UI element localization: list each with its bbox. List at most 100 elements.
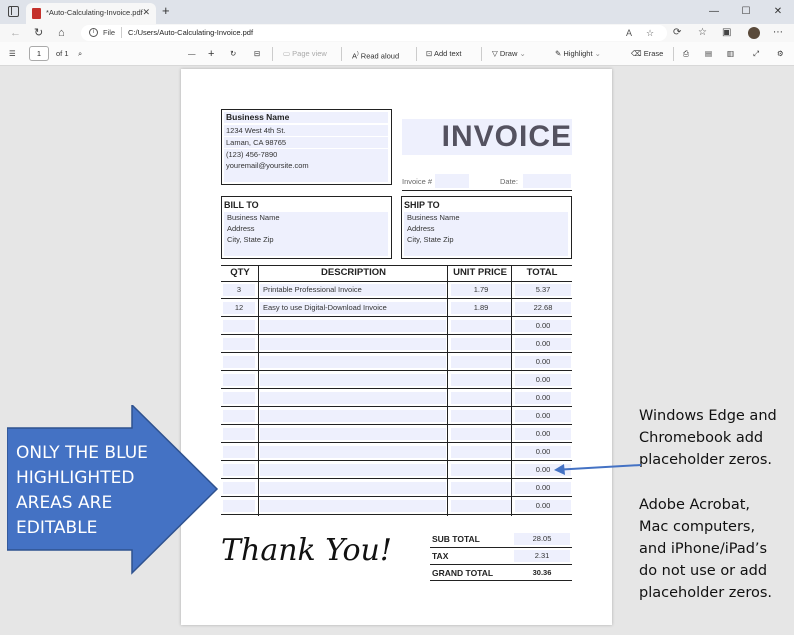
page-number-input[interactable]: 1 (29, 46, 49, 61)
qty-cell[interactable] (223, 320, 255, 332)
page-view-label: Page view (292, 49, 327, 58)
zoom-in-button[interactable]: + (208, 48, 214, 60)
close-window-button[interactable]: ✕ (762, 0, 794, 24)
date-field[interactable] (523, 174, 571, 188)
description-cell[interactable] (260, 356, 446, 368)
zoom-out-button[interactable]: — (188, 48, 196, 60)
business-name-field[interactable]: Business Name (224, 112, 388, 123)
qty-cell[interactable] (223, 374, 255, 386)
unit-price-cell[interactable] (451, 464, 511, 476)
tab-actions-icon[interactable] (8, 6, 19, 17)
ship-to-extra-field[interactable] (404, 245, 568, 256)
description-cell[interactable] (260, 392, 446, 404)
save-as-icon[interactable]: ▥ (727, 48, 734, 60)
ship-to-address-field[interactable]: Address (404, 223, 568, 234)
rotate-icon[interactable]: ↻ (230, 48, 236, 60)
bill-to-name-field[interactable]: Business Name (224, 212, 388, 223)
table-row: 0.00 (221, 371, 572, 389)
fit-page-icon[interactable]: ⊟ (254, 48, 260, 60)
chevron-down-icon[interactable]: ⌄ (519, 49, 525, 58)
qty-cell[interactable] (223, 410, 255, 422)
qty-cell[interactable] (223, 338, 255, 350)
page-view-button[interactable]: ▭ Page view (283, 48, 327, 60)
description-cell[interactable] (260, 320, 446, 332)
description-cell[interactable] (260, 338, 446, 350)
unit-price-cell[interactable] (451, 500, 511, 512)
tax-field[interactable]: 2.31 (514, 550, 570, 562)
bill-to-address-field[interactable]: Address (224, 223, 388, 234)
unit-price-cell[interactable] (451, 338, 511, 350)
business-extra-field[interactable] (224, 171, 388, 182)
qty-cell[interactable] (223, 446, 255, 458)
info-icon[interactable]: i (89, 28, 98, 37)
qty-cell[interactable] (223, 392, 255, 404)
favorite-star-icon[interactable]: ☆ (646, 28, 654, 38)
refresh-icon[interactable]: ↻ (34, 25, 43, 41)
tab-invoice-pdf[interactable]: *Auto-Calculating-Invoice.pdf ✕ (26, 3, 156, 24)
maximize-button[interactable]: ☐ (730, 0, 762, 24)
new-tab-button[interactable]: + (162, 4, 170, 18)
read-mode-icon[interactable]: A (626, 28, 632, 38)
print-icon[interactable]: ⎙ (683, 48, 689, 60)
collections-icon[interactable]: ▣ (722, 26, 731, 40)
find-icon[interactable]: ⌕ (78, 48, 82, 60)
qty-cell[interactable] (223, 464, 255, 476)
profile-avatar[interactable] (748, 27, 760, 39)
close-tab-icon[interactable]: ✕ (142, 7, 150, 18)
description-cell[interactable] (260, 464, 446, 476)
description-cell[interactable] (260, 500, 446, 512)
bill-to-extra-field[interactable] (224, 245, 388, 256)
unit-price-cell[interactable] (451, 374, 511, 386)
business-city-field[interactable]: Laman, CA 98765 (224, 137, 388, 148)
qty-cell[interactable] (223, 500, 255, 512)
business-phone-field[interactable]: (123) 456-7890 (224, 149, 388, 160)
description-cell[interactable] (260, 410, 446, 422)
business-street-field[interactable]: 1234 West 4th St. (224, 125, 388, 136)
unit-price-cell[interactable] (451, 410, 511, 422)
description-cell[interactable] (260, 428, 446, 440)
contents-list-icon[interactable]: ☰ (9, 48, 16, 60)
ship-to-name-field[interactable]: Business Name (404, 212, 568, 223)
unit-price-cell[interactable] (451, 482, 511, 494)
grand-total-label: GRAND TOTAL (432, 568, 494, 578)
qty-cell[interactable] (223, 428, 255, 440)
ship-to-city-field[interactable]: City, State Zip (404, 234, 568, 245)
unit-price-cell[interactable] (451, 320, 511, 332)
unit-price-cell[interactable] (451, 356, 511, 368)
highlight-button[interactable]: ✎ Highlight ⌄ (555, 48, 601, 60)
add-text-button[interactable]: ⊡ Add text (426, 48, 462, 60)
back-arrow-icon[interactable]: ← (10, 25, 21, 41)
description-cell[interactable] (260, 482, 446, 494)
unit-price-cell[interactable] (451, 392, 511, 404)
invoice-title[interactable]: INVOICE (402, 119, 572, 155)
fullscreen-icon[interactable]: ⤢ (753, 48, 759, 60)
business-email-field[interactable]: youremail@yoursite.com (224, 160, 388, 171)
settings-gear-icon[interactable]: ⚙ (777, 48, 784, 60)
qty-cell[interactable] (223, 482, 255, 494)
bill-to-city-field[interactable]: City, State Zip (224, 234, 388, 245)
description-cell[interactable]: Easy to use Digital-Download Invoice (260, 302, 446, 314)
unit-price-cell[interactable]: 1.79 (451, 284, 511, 296)
qty-cell[interactable] (223, 356, 255, 368)
read-aloud-button[interactable]: A) Read aloud (352, 48, 399, 63)
more-menu-icon[interactable]: ⋯ (773, 26, 783, 40)
erase-button[interactable]: ⌫ Erase (631, 48, 663, 60)
url-field[interactable]: i File C:/Users/Auto-Calculating-Invoice… (81, 25, 667, 41)
description-cell[interactable]: Printable Professional Invoice (260, 284, 446, 296)
unit-price-cell[interactable]: 1.89 (451, 302, 511, 314)
unit-price-cell[interactable] (451, 428, 511, 440)
minimize-button[interactable]: — (698, 0, 730, 24)
favorites-icon[interactable]: ☆ (698, 26, 707, 40)
draw-button[interactable]: ▽ Draw ⌄ (492, 48, 526, 60)
url-text[interactable]: C:/Users/Auto-Calculating-Invoice.pdf (128, 28, 253, 37)
home-icon[interactable]: ⌂ (58, 25, 65, 41)
qty-cell[interactable]: 12 (223, 302, 255, 314)
description-cell[interactable] (260, 446, 446, 458)
extensions-icon[interactable]: ⟳ (673, 26, 681, 40)
invoice-number-field[interactable] (435, 174, 469, 188)
qty-cell[interactable]: 3 (223, 284, 255, 296)
description-cell[interactable] (260, 374, 446, 386)
unit-price-cell[interactable] (451, 446, 511, 458)
save-icon[interactable]: ▤ (705, 48, 712, 60)
chevron-down-icon[interactable]: ⌄ (595, 49, 601, 58)
